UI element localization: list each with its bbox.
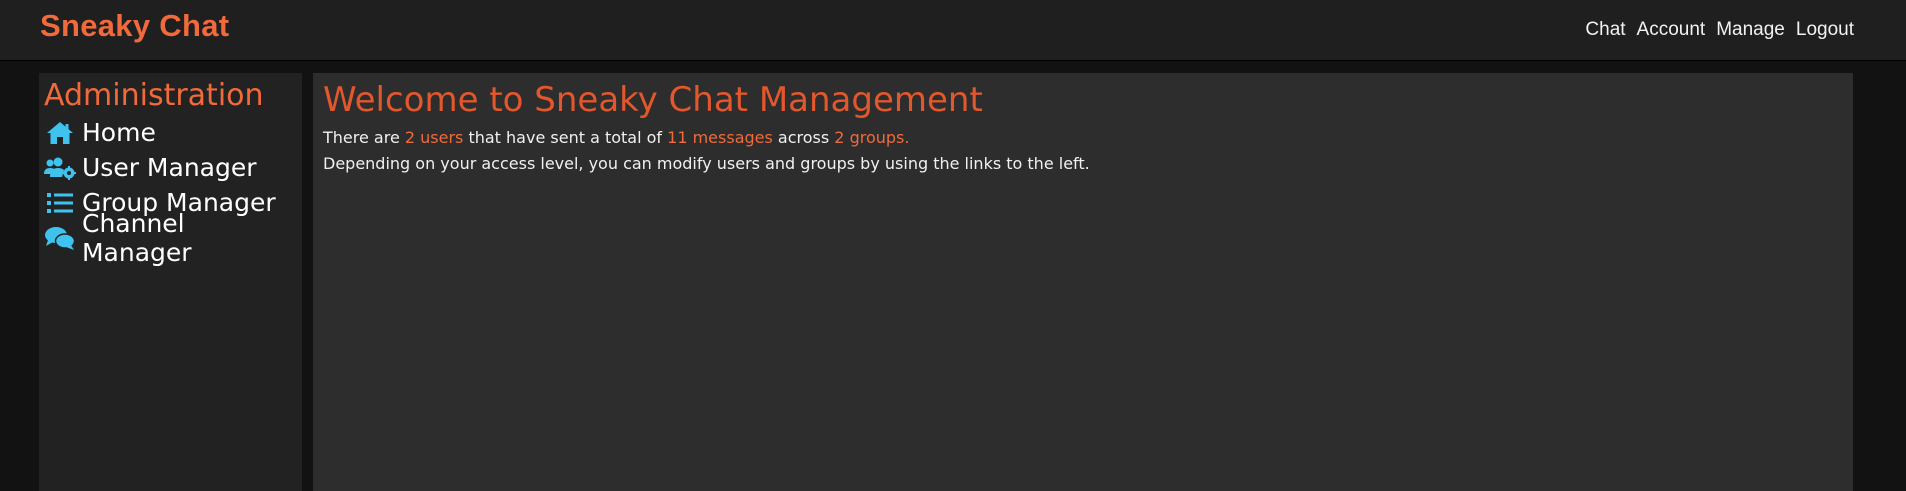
main-content: Welcome to Sneaky Chat Management There …	[313, 73, 1853, 491]
nav-link-manage[interactable]: Manage	[1716, 19, 1785, 41]
sidebar-title: Administration	[44, 78, 264, 113]
admin-sidebar: Administration Home User Manager Group M…	[39, 73, 302, 491]
top-nav-links: Chat Account Manage Logout	[1585, 19, 1854, 41]
stats-line: There are 2 users that have sent a total…	[323, 125, 1843, 151]
message-count: 11 messages	[667, 128, 773, 147]
page-title: Welcome to Sneaky Chat Management	[323, 80, 983, 120]
user-count: 2 users	[404, 128, 464, 147]
sidebar-item-user-manager[interactable]: User Manager	[44, 150, 302, 185]
description-text: Depending on your access level, you can …	[323, 154, 1090, 173]
stats-prefix: There are	[323, 128, 405, 147]
comments-icon	[44, 225, 76, 251]
nav-link-account[interactable]: Account	[1637, 19, 1706, 41]
brand-logo[interactable]: Sneaky Chat	[40, 8, 229, 44]
users-cog-icon	[44, 155, 76, 181]
list-icon	[44, 190, 76, 216]
stats-middle: that have sent a total of	[463, 128, 668, 147]
top-navbar: Sneaky Chat Chat Account Manage Logout	[0, 0, 1906, 61]
sidebar-item-label: Channel Manager	[81, 208, 192, 267]
nav-link-logout[interactable]: Logout	[1796, 19, 1854, 41]
group-count: 2 groups.	[834, 128, 910, 147]
nav-link-chat[interactable]: Chat	[1585, 19, 1625, 41]
sidebar-item-channel-manager[interactable]: Channel Manager	[44, 209, 302, 267]
sidebar-item-label: User Manager	[82, 153, 257, 182]
stats-across: across	[772, 128, 835, 147]
sidebar-item-label: Home	[82, 118, 156, 147]
home-icon	[44, 120, 76, 146]
sidebar-item-home[interactable]: Home	[44, 115, 302, 150]
